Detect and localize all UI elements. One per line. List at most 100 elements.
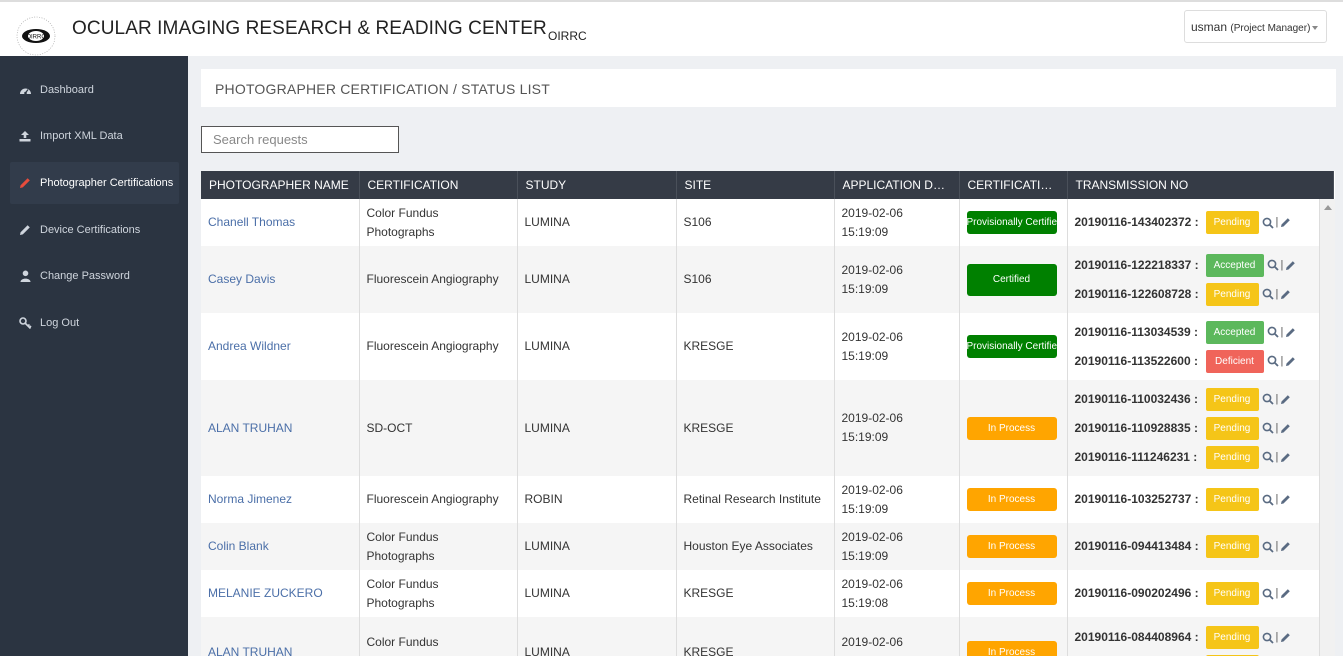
certification-status-badge: Provisionally Certified [966, 211, 1057, 234]
photographer-name-link[interactable]: MELANIE ZUCKERO [201, 570, 360, 617]
search-icon[interactable] [1262, 541, 1274, 553]
pencil-icon[interactable] [1280, 289, 1291, 300]
pencil-icon[interactable] [1285, 356, 1296, 367]
sidebar-item-log-out[interactable]: Log Out [10, 302, 179, 344]
column-header-transmission-no[interactable]: TRANSMISSION NO [1067, 171, 1334, 199]
application-date-cell: 2019-02-06 15:19:09 [834, 246, 960, 313]
study-cell: LUMINA [517, 313, 677, 380]
transmission-item: 20190116-113034539 : Accepted | [1075, 318, 1326, 347]
page-title: PHOTOGRAPHER CERTIFICATION / STATUS LIST [201, 69, 1336, 107]
sidebar-item-dashboard[interactable]: Dashboard [10, 69, 179, 111]
action-separator: | [1275, 392, 1279, 405]
pencil-icon[interactable] [1280, 394, 1291, 405]
search-icon[interactable] [1262, 494, 1274, 506]
action-separator: | [1280, 325, 1284, 338]
certification-status-cell: Provisionally Certified [959, 199, 1068, 246]
application-date-cell: 2019-02-06 15:19:08 [834, 617, 960, 656]
transmission-item: 20190116-111246231 : Pending | [1075, 443, 1326, 472]
pencil-icon[interactable] [1280, 632, 1291, 643]
pencil-icon[interactable] [1280, 423, 1291, 434]
search-icon[interactable] [1262, 217, 1274, 229]
scroll-up-arrow-icon[interactable] [1324, 205, 1332, 210]
transmission-status-badge: Pending [1205, 445, 1259, 469]
transmission-cell: 20190116-122218337 : Accepted | 20190116-12… [1067, 246, 1334, 313]
sidebar-item-import-xml-data[interactable]: Import XML Data [10, 115, 179, 157]
pencil-icon[interactable] [1280, 217, 1291, 228]
pencil-icon[interactable] [1280, 541, 1291, 552]
photographer-name-link[interactable]: Casey Davis [201, 246, 360, 313]
transmission-number: 20190116-122218337 : [1074, 257, 1199, 272]
top-header: OIRRC OCULAR IMAGING RESEARCH & READING … [0, 0, 1343, 56]
transmission-status-badge: Pending [1205, 387, 1259, 411]
pencil-icon[interactable] [1280, 494, 1291, 505]
study-cell: LUMINA [517, 380, 677, 476]
transmission-item: 20190116-094413484 : Pending | [1075, 532, 1326, 561]
pencil-icon[interactable] [1280, 452, 1291, 463]
pencil-icon[interactable] [1285, 327, 1296, 338]
photographer-name-link[interactable]: ALAN TRUHAN [201, 617, 360, 656]
search-icon[interactable] [1267, 355, 1279, 367]
site-cell: KRESGE [676, 380, 835, 476]
svg-text:OIRRC: OIRRC [26, 35, 46, 41]
search-icon[interactable] [1262, 588, 1274, 600]
transmission-status-badge: Accepted [1205, 320, 1264, 344]
user-menu-dropdown[interactable]: usman (Project Manager) [1184, 10, 1327, 43]
column-header-certification-status[interactable]: CERTIFICATION STATUS [959, 171, 1068, 199]
search-icon[interactable] [1262, 422, 1274, 434]
search-input[interactable] [201, 126, 399, 153]
certification-table: PHOTOGRAPHER NAME CERTIFICATION STUDY SITE A… [201, 171, 1335, 656]
transmission-item: 20190116-110928835 : Pending | [1075, 414, 1326, 443]
transmission-cell: 20190116-110032436 : Pending | 20190116-110… [1067, 380, 1334, 476]
pencil-icon [18, 176, 32, 190]
search-icon[interactable] [1262, 451, 1274, 463]
sidebar-item-photographer-certifications[interactable]: Photographer Certifications [10, 162, 179, 204]
sidebar-item-change-password[interactable]: Change Password [10, 255, 179, 297]
sidebar-item-device-certifications[interactable]: Device Certifications [10, 209, 179, 251]
transmission-cell: 20190116-090202496 : Pending | [1067, 570, 1334, 617]
pencil-icon[interactable] [1285, 260, 1296, 271]
transmission-number: 20190116-094413484 : [1074, 539, 1199, 553]
search-icon[interactable] [1262, 288, 1274, 300]
certification-cell: Color Fundus Photographs [359, 570, 518, 617]
table-row: Chanell Thomas Color Fundus Photographs LU… [201, 199, 1334, 246]
certification-cell: Fluorescein Angiography [359, 246, 518, 313]
certification-status-cell: In Process [959, 570, 1068, 617]
photographer-name-link[interactable]: Andrea Wildner [201, 313, 360, 380]
application-date-cell: 2019-02-06 15:19:09 [834, 313, 960, 380]
certification-cell: Fluorescein Angiography [359, 313, 518, 380]
column-header-application-date[interactable]: APPLICATION DATE [834, 171, 960, 199]
application-date-cell: 2019-02-06 15:19:09 [834, 380, 960, 476]
sidebar: Dashboard Import XML Data Photographer Cer… [0, 56, 188, 656]
transmission-status-badge: Pending [1205, 211, 1259, 234]
column-header-certification[interactable]: CERTIFICATION [359, 171, 518, 199]
pencil-icon[interactable] [1280, 588, 1291, 599]
photographer-name-link[interactable]: ALAN TRUHAN [201, 380, 360, 476]
eye-logo-icon: OIRRC [16, 16, 56, 56]
table-header-row: PHOTOGRAPHER NAME CERTIFICATION STUDY SITE A… [201, 171, 1334, 199]
transmission-status-badge: Pending [1205, 582, 1259, 605]
transmission-status-badge: Pending [1205, 535, 1259, 558]
column-header-study[interactable]: STUDY [517, 171, 677, 199]
table-scrollbar[interactable] [1319, 199, 1335, 656]
search-icon[interactable] [1267, 259, 1279, 271]
study-cell: ROBIN [517, 476, 677, 523]
certification-status-badge: In Process [966, 535, 1057, 558]
column-header-site[interactable]: SITE [676, 171, 835, 199]
certification-status-badge: In Process [966, 640, 1057, 656]
action-separator: | [1275, 421, 1279, 434]
column-header-photographer-name[interactable]: PHOTOGRAPHER NAME [201, 171, 360, 199]
search-icon[interactable] [1262, 393, 1274, 405]
search-icon[interactable] [1262, 632, 1274, 644]
photographer-name-link[interactable]: Norma Jimenez [201, 476, 360, 523]
certification-status-cell: Certified [959, 246, 1068, 313]
certification-status-cell: Provisionally Certified [959, 313, 1068, 380]
transmission-status-badge: Deficient [1205, 349, 1264, 373]
certification-status-badge: Provisionally Certified [966, 335, 1057, 358]
photographer-name-link[interactable]: Colin Blank [201, 523, 360, 570]
site-cell: KRESGE [676, 617, 835, 656]
certification-status-cell: In Process [959, 476, 1068, 523]
app-subtitle: OIRRC [548, 29, 587, 43]
transmission-cell: 20190116-084408964 : Pending | 20190116-085… [1067, 617, 1334, 656]
photographer-name-link[interactable]: Chanell Thomas [201, 199, 360, 246]
search-icon[interactable] [1267, 326, 1279, 338]
